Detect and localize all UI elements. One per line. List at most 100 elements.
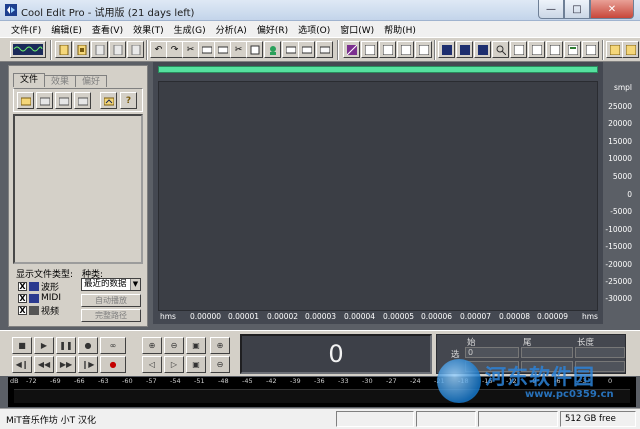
tool-button-c[interactable] [582,41,599,58]
organizer-edit-button[interactable] [100,92,117,109]
tab-files[interactable]: 文件 [13,73,46,87]
menu-favorites[interactable]: 偏好(R) [252,23,293,36]
organizer-help-button[interactable]: ? [120,92,137,109]
analysis-button[interactable] [492,41,509,58]
menu-window[interactable]: 窗口(W) [335,23,379,36]
pause-button[interactable]: ❚❚ [56,337,76,354]
waveform-display[interactable] [158,81,598,311]
record-settings-button[interactable] [298,41,315,58]
redo-button[interactable]: ↷ [166,41,183,58]
organizer-open-button[interactable] [17,92,34,109]
cut-button[interactable]: ✂ [182,41,199,58]
settings-button[interactable] [282,41,299,58]
markers-button[interactable] [474,41,491,58]
play-button[interactable]: ▶ [34,337,54,354]
organizer-close-button[interactable] [55,92,72,109]
close-button[interactable]: ✕ [590,0,634,19]
go-to-end-button[interactable]: ❙▶ [78,356,98,373]
tool-button-b[interactable] [564,41,581,58]
overview-bar[interactable] [158,66,598,73]
save-file-button[interactable] [91,41,108,58]
window-title: Cool Edit Pro - 试用版 (21 days left) [21,8,195,19]
go-to-start-button[interactable]: ◀❙ [12,356,32,373]
menu-edit[interactable]: 编辑(E) [46,23,87,36]
properties-button[interactable] [528,41,545,58]
tool-button-a[interactable] [546,41,563,58]
fast-forward-button[interactable]: ▶▶ [56,356,76,373]
help-button[interactable] [622,41,639,58]
copy-button[interactable] [198,41,215,58]
zoom-out-icon: ⊖ [170,341,178,350]
record-settings-icon [301,46,312,53]
maximize-button[interactable]: □ [564,0,590,19]
menu-help[interactable]: 帮助(H) [379,23,421,36]
tab-favorites[interactable]: 偏好 [75,75,108,87]
organizer-import-button[interactable] [36,92,53,109]
menu-file[interactable]: 文件(F) [6,23,46,36]
full-path-button[interactable]: 完整路径 [81,309,141,322]
menu-generate[interactable]: 生成(G) [169,23,211,36]
minimize-button[interactable]: — [538,0,564,19]
auto-play-button[interactable]: 自动播放 [81,294,141,307]
amplify-button[interactable] [361,41,378,58]
spectral-button[interactable] [438,41,455,58]
filetype-video-row[interactable]: X 视频 [18,304,59,317]
sort-select[interactable]: 最近的数据 ▼ [81,278,141,291]
undo-button[interactable]: ↶ [150,41,167,58]
loop-button[interactable]: ∞ [100,337,126,354]
zoom-vertical-out-button[interactable]: ⊖ [210,356,230,373]
level-tick: -69 [50,377,61,385]
zoom-vertical-in-button[interactable]: ⊕ [210,337,230,354]
multitrack-view-button[interactable] [10,41,46,58]
stop-button[interactable]: ■ [12,337,32,354]
zoom-full-button[interactable]: ▣ [186,337,206,354]
open-file-button[interactable] [73,41,90,58]
filetype-midi-checkbox[interactable]: X [18,293,27,303]
menu-options[interactable]: 选项(O) [293,23,335,36]
open-folder-icon [20,97,31,105]
filetype-midi-row[interactable]: X MIDI [18,292,61,304]
filetype-wave-checkbox[interactable]: X [18,281,27,291]
selection-begin-field[interactable]: 0 [465,347,519,358]
save-all-button[interactable] [127,41,144,58]
selection-length-field[interactable] [575,347,625,358]
cue-button[interactable] [264,41,281,58]
equalizer-button[interactable] [343,41,360,58]
menu-view[interactable]: 查看(V) [87,23,128,36]
new-file-button[interactable] [55,41,72,58]
file-list[interactable] [13,114,143,264]
zoom-selection-button[interactable]: ▣ [186,356,206,373]
play-list-button[interactable] [316,41,333,58]
paste-button[interactable] [214,41,231,58]
close-file-button[interactable] [109,41,126,58]
noise-button[interactable] [379,41,396,58]
selection-end-field[interactable] [521,347,573,358]
filetype-wave-row[interactable]: X 波形 [18,280,59,293]
zoom-out-button[interactable]: ⊖ [164,337,184,354]
waveform-button[interactable] [415,41,432,58]
play-list-icon [319,46,330,53]
zoom-right-button[interactable]: ▷ [164,356,184,373]
zoom-button[interactable] [456,41,473,58]
trim-button[interactable] [246,41,263,58]
view-end-field[interactable] [521,361,573,372]
play-to-end-button[interactable]: ● [78,337,98,354]
record-button[interactable]: ● [100,356,126,373]
view-length-field[interactable] [575,361,625,372]
view-button[interactable] [397,41,414,58]
mix-paste-button[interactable]: ✂ [230,41,247,58]
menu-effects[interactable]: 效果(T) [128,23,169,36]
filetype-video-checkbox[interactable]: X [18,305,27,315]
view-begin-field[interactable] [465,361,519,372]
properties-icon [531,44,542,55]
rewind-button[interactable]: ◀◀ [34,356,54,373]
zoom-left-button[interactable]: ◁ [142,356,162,373]
tab-effects[interactable]: 效果 [44,75,77,87]
noise-icon [382,44,393,55]
exit-button[interactable] [606,41,623,58]
organizer-closeall-button[interactable] [74,92,91,109]
cdplayer-button[interactable] [510,41,527,58]
zoom-in-button[interactable]: ⊕ [142,337,162,354]
save-all-icon [131,44,140,55]
menu-analyze[interactable]: 分析(A) [211,23,252,36]
